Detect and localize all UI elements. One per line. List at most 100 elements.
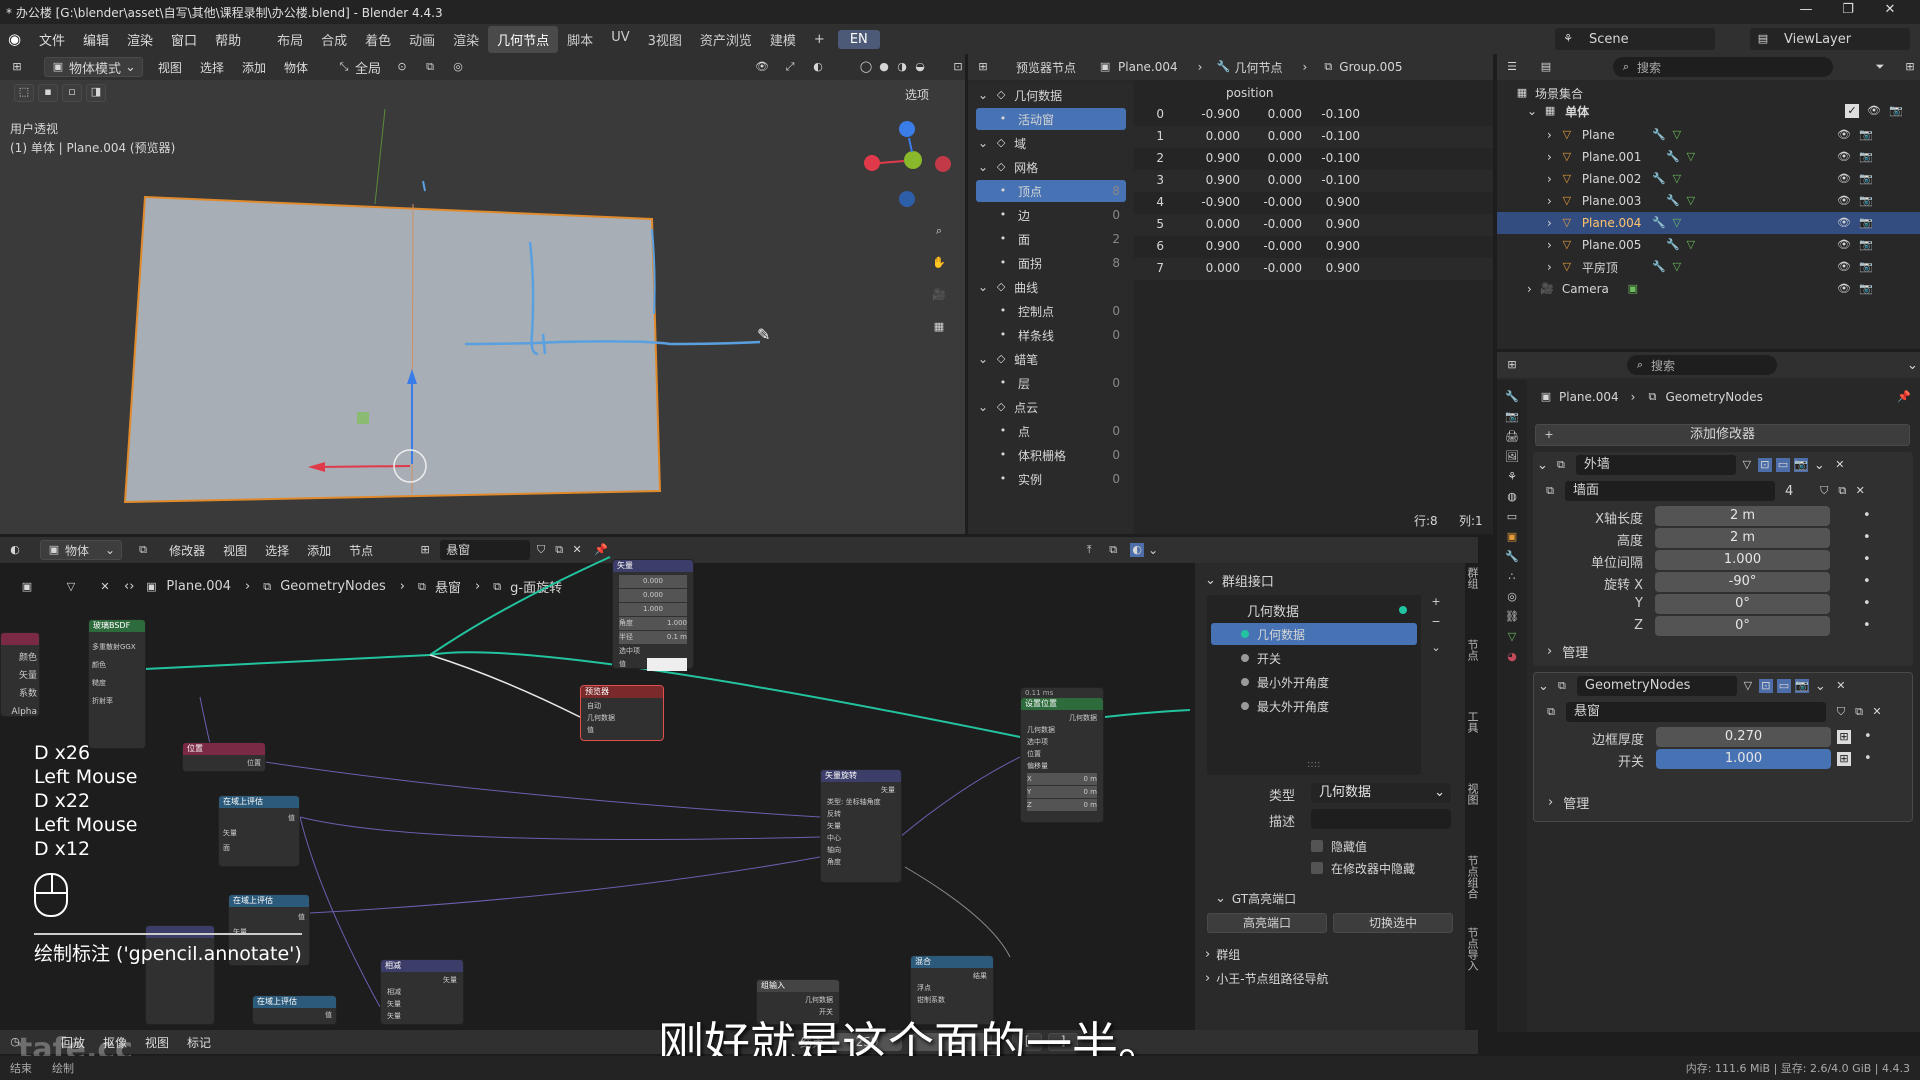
domain-group[interactable]: ⌄ ◇ 点云 (978, 396, 1128, 418)
domain-item[interactable]: • 顶点 8 (976, 180, 1126, 202)
modifier-field-input[interactable]: 2 m (1655, 528, 1830, 548)
node-dropdown[interactable]: 自动 (587, 700, 657, 712)
node-dropdown[interactable]: 坐标轴角度 (846, 798, 881, 806)
color-swatch[interactable] (647, 658, 687, 671)
viewer-node-dropdown[interactable]: 预览器节点 (1016, 59, 1076, 76)
node-field[interactable]: 0.000 (619, 575, 687, 588)
unlink-icon[interactable]: ✕ (1853, 484, 1867, 498)
toggle-selection-button[interactable]: 切换选中 (1333, 913, 1453, 933)
breadcrumb-group[interactable]: Group.005 (1339, 60, 1402, 74)
add-workspace-button[interactable]: + (805, 28, 834, 51)
chevron-right-icon[interactable]: › (1527, 282, 1532, 296)
node-dropdown[interactable]: 浮点 (917, 982, 987, 994)
mesh-data-icon[interactable]: ▽ (1684, 238, 1698, 252)
chevron-right-icon[interactable]: › (1547, 216, 1552, 230)
blender-logo-icon[interactable]: ◉ (8, 30, 30, 48)
node-dropdown[interactable]: 多重散射GGX (92, 638, 142, 656)
properties-editor-icon[interactable]: ⊞ (1505, 358, 1519, 372)
domain-group[interactable]: ⌄ ◇ 域 (978, 132, 1128, 154)
group-interface-header[interactable]: ⌄ 群组接口 (1205, 569, 1274, 591)
type-dropdown[interactable]: 几何数据 ⌄ (1311, 783, 1451, 803)
node-glass-bsdf[interactable]: 玻璃BSDF 多重散射GGX 颜色 糙度 折射率 (88, 619, 146, 749)
data-tab-icon[interactable]: ▽ (1505, 630, 1519, 644)
viewport-3d[interactable]: ⊞ ▣ 物体模式 ⌄ 视图 选择 添加 物体 ⤡ 全局 ⊙ ⧉ ◎ 👁 ⤢ ◐ ◯ ● … (0, 54, 965, 534)
node-eval-domain-3[interactable]: 在域上评估 值 (252, 995, 337, 1025)
domain-item[interactable]: • 边 0 (976, 204, 1126, 226)
eye-icon[interactable]: 👁 (1837, 260, 1851, 274)
modifier-field-input[interactable]: 0.270 (1656, 727, 1831, 747)
ortho-grid-icon[interactable]: ▦ (927, 315, 951, 339)
node-field[interactable]: 角度 1.000 (619, 617, 687, 630)
chevron-right-icon[interactable]: › (1547, 172, 1552, 186)
node-field[interactable]: Y0 m (1027, 786, 1097, 798)
view-layer-tab-icon[interactable]: 🖼 (1505, 450, 1519, 464)
outliner-camera-item[interactable]: › 🎥 Camera ▣ 👁 📷 (1497, 278, 1920, 300)
show-in-editmode-icon[interactable]: ⊡ (1757, 458, 1772, 472)
camera-render-icon[interactable]: 📷 (1859, 194, 1873, 208)
checkbox-icon[interactable]: ✓ (1845, 104, 1859, 118)
modifier-header[interactable]: ⌄ ⧉ 外墙 ▽ ⊡ ▭ 📷 ⌄ ✕ (1537, 454, 1907, 476)
domain-group[interactable]: ⌄ ◇ 蜡笔 (978, 348, 1128, 370)
modifier-icon[interactable]: 🔧 (1652, 172, 1666, 186)
pin-icon[interactable]: 📌 (1897, 390, 1911, 404)
outliner-item[interactable]: › ▽ 平房顶 🔧 ▽ 👁 📷 (1497, 256, 1920, 278)
timeline-menu-item[interactable]: 视图 (136, 1034, 178, 1051)
outliner-editor-icon[interactable]: ☰ (1505, 60, 1519, 74)
eye-icon[interactable]: 👁 (1867, 104, 1881, 118)
domain-item[interactable]: • 活动窗 (976, 108, 1126, 130)
menu-item[interactable]: 编辑 (74, 30, 118, 49)
viewlayer-selector[interactable]: ▤ ViewLayer (1750, 28, 1910, 50)
eye-icon[interactable]: 👁 (1837, 216, 1851, 230)
eye-icon[interactable]: 👁 (1837, 128, 1851, 142)
chevron-down-icon[interactable]: ⌄ (1537, 458, 1548, 473)
attribute-toggle-icon[interactable]: ⊞ (1837, 730, 1851, 744)
fake-user-icon[interactable]: ⛉ (1817, 484, 1831, 498)
add-modifier-button[interactable]: + 添加修改器 (1535, 424, 1910, 446)
domain-item[interactable]: • 样条线 0 (976, 324, 1126, 346)
chevron-down-icon[interactable]: ⌄ (1907, 358, 1918, 373)
constraints-tab-icon[interactable]: ⛓ (1505, 610, 1519, 624)
spreadsheet-editor-icon[interactable]: ⊞ (976, 60, 990, 74)
keyframe-dot-icon[interactable]: • (1864, 729, 1872, 744)
modifier-icon[interactable]: 🔧 (1652, 260, 1666, 274)
domain-item[interactable]: • 面拐 8 (976, 252, 1126, 274)
group-section-header[interactable]: › 群组 (1205, 943, 1240, 965)
breadcrumb-modifier[interactable]: 几何节点 (1234, 59, 1282, 76)
domain-item[interactable]: • 实例 0 (976, 468, 1126, 490)
domain-item[interactable]: • 层 0 (976, 372, 1126, 394)
mesh-data-icon[interactable]: ▽ (1670, 172, 1684, 186)
outliner-item[interactable]: › ▽ Plane.003 🔧 ▽ 👁 📷 (1497, 190, 1920, 212)
interface-item[interactable]: 几何数据 (1211, 623, 1417, 645)
workspace-tab[interactable]: 建模 (761, 26, 805, 53)
node-set-position[interactable]: 0.11 ms 设置位置 几何数据 几何数据 选中项 位置 偏移量 X0 m Y… (1020, 687, 1104, 823)
object-tab-icon[interactable]: ▣ (1505, 530, 1519, 544)
show-in-editmode-icon[interactable]: ⊡ (1758, 679, 1773, 693)
modifier-icon[interactable]: 🔧 (1666, 238, 1680, 252)
camera-view-icon[interactable]: 🎥 (927, 283, 951, 307)
maximize-icon[interactable]: ❐ (1834, 2, 1862, 17)
hide-in-modifier-checkbox[interactable]: 在修改器中隐藏 (1311, 857, 1415, 879)
outliner-item[interactable]: › ▽ Plane.004 🔧 ▽ 👁 📷 (1497, 212, 1920, 234)
workspace-tab[interactable]: 脚本 (558, 26, 602, 53)
duplicate-icon[interactable]: ⧉ (1835, 484, 1849, 498)
interface-item[interactable]: 最小外开角度 (1211, 671, 1417, 693)
eye-icon[interactable]: 👁 (1837, 282, 1851, 296)
modifier-icon[interactable]: 🔧 (1652, 216, 1666, 230)
timeline-menu-item[interactable]: 标记 (178, 1034, 220, 1051)
highlight-ports-button[interactable]: 高亮端口 (1207, 913, 1327, 933)
modifier-field-input[interactable]: 2 m (1655, 506, 1830, 526)
properties-search[interactable]: ⌕ 搜索 (1627, 355, 1777, 375)
outliner-search[interactable]: ⌕ 搜索 (1613, 57, 1833, 77)
hide-value-checkbox[interactable]: 隐藏值 (1311, 835, 1367, 857)
sidebar-tab[interactable]: 节点组合 (1464, 855, 1480, 899)
interface-item[interactable]: 最大外开角度 (1211, 695, 1417, 717)
node-checkbox[interactable]: 钳制系数 (917, 994, 987, 1006)
scene-tab-icon[interactable]: ⚘ (1505, 470, 1519, 484)
modifier-name-field[interactable]: GeometryNodes (1576, 676, 1737, 696)
manage-subpanel[interactable]: › 管理 (1548, 791, 1589, 813)
node-subtract[interactable]: 相减 矢量 相减 矢量 矢量 (380, 959, 464, 1025)
sidebar-tab[interactable]: 视图 (1464, 783, 1480, 805)
keyframe-dot-icon[interactable]: • (1863, 530, 1871, 545)
chevron-right-icon[interactable]: › (1547, 194, 1552, 208)
workspace-tab[interactable]: 着色 (356, 26, 400, 53)
